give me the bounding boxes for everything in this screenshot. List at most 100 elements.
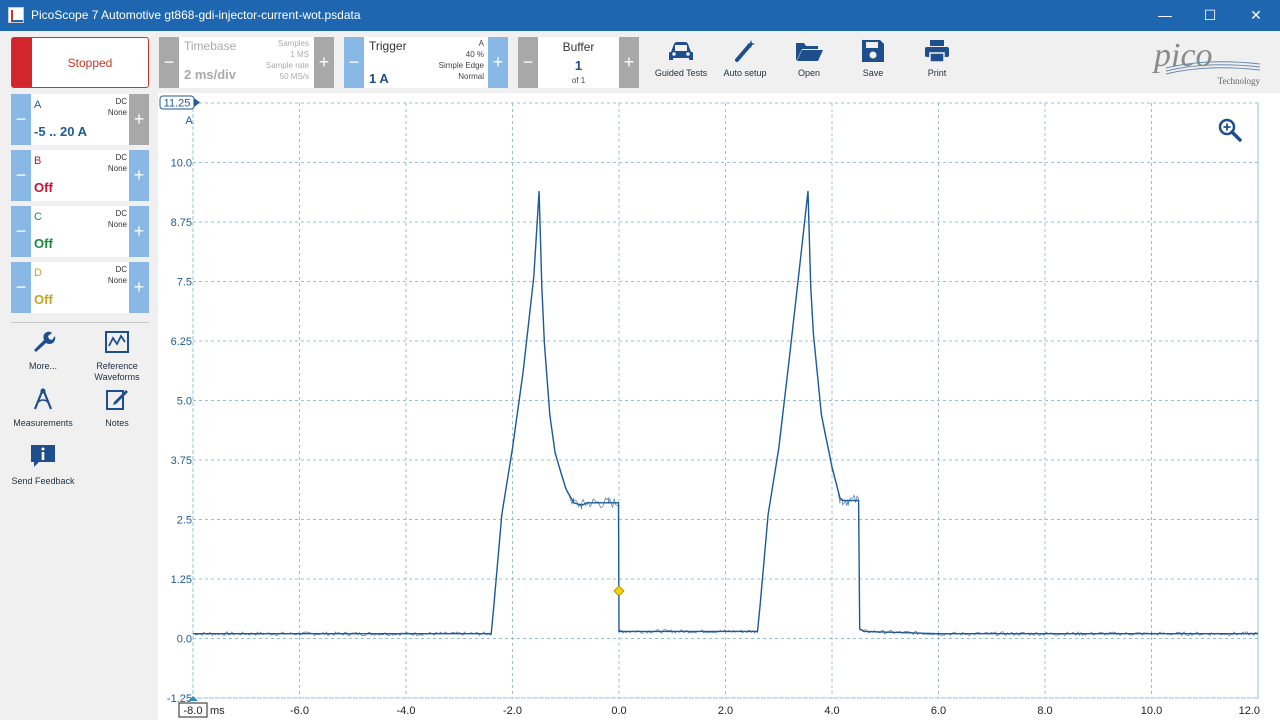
y-tick-label: 8.75 [171, 217, 192, 229]
buffer-label: Buffer [562, 40, 595, 54]
save-label: Save [862, 68, 884, 78]
notes-label: Notes [105, 418, 129, 428]
channel-d-control[interactable]: − D DC None Off + [11, 262, 149, 313]
zoom-icon[interactable] [1218, 118, 1242, 142]
y-scale-arrow-icon [194, 98, 200, 107]
channel-a-increase-button[interactable]: + [129, 94, 149, 145]
printer-icon [925, 40, 949, 63]
trigger-marker[interactable] [613, 585, 625, 597]
channel-d-coupling: DC [115, 265, 127, 274]
close-button[interactable]: ✕ [1233, 0, 1279, 31]
y-scale-top-label: 11.25 [164, 98, 191, 110]
channel-b-increase-button[interactable]: + [129, 150, 149, 201]
trigger-value: 1 A [369, 71, 389, 86]
sample-rate-value: 50 MS/s [279, 72, 309, 81]
trigger-diamond-icon[interactable] [613, 585, 625, 597]
feedback-icon [31, 445, 55, 467]
buffer-control[interactable]: − Buffer 1 of 1 + [518, 37, 639, 88]
car-icon [669, 42, 693, 60]
scope-chart[interactable]: 10.08.757.56.255.03.752.51.250.0-1.2511.… [158, 93, 1280, 720]
auto-setup-label: Auto setup [723, 68, 767, 78]
channel-a-decrease-button[interactable]: − [11, 94, 31, 145]
y-unit-label: A [185, 115, 193, 127]
timebase-decrease-button[interactable]: − [159, 37, 179, 88]
channel-c-control[interactable]: − C DC None Off + [11, 206, 149, 257]
samples-value: 1 MS [290, 50, 309, 59]
save-icon [862, 40, 884, 62]
channel-c-decrease-button[interactable]: − [11, 206, 31, 257]
channel-a-range: -5 .. 20 A [34, 124, 87, 139]
x-tick-label: -6.0 [290, 705, 309, 717]
save-button[interactable]: Save [841, 37, 905, 85]
timebase-control[interactable]: − Timebase 2 ms/div Samples 1 MS Sample … [159, 37, 334, 88]
buffer-value: 1 [574, 58, 583, 73]
channel-c-coupling: DC [115, 209, 127, 218]
minimize-button[interactable]: — [1142, 0, 1188, 31]
print-button[interactable]: Print [905, 37, 969, 85]
notes-button[interactable]: Notes [82, 387, 152, 429]
channel-d-probe: None [107, 276, 127, 285]
channel-c-increase-button[interactable]: + [129, 206, 149, 257]
x-tick-label: -2.0 [503, 705, 522, 717]
x-axis: -8.0 -6.0 -4.0 -2.0 0.0 2.0 4.0 6.0 8.0 10.0 12.0 m… [178, 696, 1260, 718]
auto-setup-button[interactable]: Auto setup [713, 37, 777, 85]
window-title: PicoScope 7 Automotive gt868-gdi-injecto… [31, 8, 361, 22]
reference-waveforms-button[interactable]: Reference Waveforms [82, 330, 152, 383]
x-tick-label: 0.0 [611, 705, 626, 717]
y-tick-label: 0.0 [177, 634, 192, 646]
pico-technology-logo: pico Technology [1152, 37, 1262, 88]
y-tick-label: 10.0 [171, 158, 192, 170]
maximize-button[interactable]: ☐ [1187, 0, 1233, 31]
y-tick-label: 3.75 [171, 455, 192, 467]
picoscope-app-icon [8, 7, 24, 23]
trigger-mode: Normal [458, 72, 484, 81]
open-button[interactable]: Open [777, 37, 841, 85]
timebase-label: Timebase [184, 39, 237, 53]
open-label: Open [797, 68, 821, 78]
guided-tests-label: Guided Tests [654, 68, 708, 78]
measurements-icon [33, 388, 53, 410]
guided-tests-button[interactable]: Guided Tests [649, 37, 713, 85]
trigger-decrease-button[interactable]: − [344, 37, 364, 88]
buffer-increase-button[interactable]: + [619, 37, 639, 88]
notes-icon [106, 390, 128, 410]
samples-label: Samples [277, 39, 309, 48]
channel-a-trace-noise [192, 190, 1259, 637]
x-tick-label: 12.0 [1239, 705, 1260, 717]
trigger-type: Simple Edge [438, 61, 484, 70]
x-tick-label: 2.0 [718, 705, 733, 717]
folder-icon [796, 43, 823, 61]
channel-d-increase-button[interactable]: + [129, 262, 149, 313]
run-stop-button[interactable]: Stopped [11, 37, 149, 88]
x-tick-label: 6.0 [931, 705, 946, 717]
grid [192, 102, 1259, 699]
x-tick-label: -8.0 [184, 705, 203, 717]
channel-d-decrease-button[interactable]: − [11, 262, 31, 313]
channel-d-range: Off [34, 292, 53, 307]
channel-b-name: B [34, 155, 42, 167]
timebase-value: 2 ms/div [184, 67, 237, 82]
buffer-count: of 1 [571, 76, 586, 85]
channel-a-control[interactable]: − A DC None -5 .. 20 A + [11, 94, 149, 145]
wand-icon [735, 40, 755, 62]
title-bar: PicoScope 7 Automotive gt868-gdi-injecto… [0, 0, 1280, 31]
trigger-increase-button[interactable]: + [488, 37, 508, 88]
channel-b-coupling: DC [115, 153, 127, 162]
channel-a-name: A [34, 99, 42, 111]
send-feedback-button[interactable]: Send Feedback [8, 443, 78, 487]
sample-rate-label: Sample rate [265, 61, 309, 70]
channel-b-control[interactable]: − B DC None Off + [11, 150, 149, 201]
buffer-decrease-button[interactable]: − [518, 37, 538, 88]
more-button[interactable]: More... [8, 330, 78, 372]
measurements-button[interactable]: Measurements [8, 387, 78, 429]
trigger-control[interactable]: − Trigger 1 A A 40 % Simple Edge Normal … [344, 37, 508, 88]
y-tick-label: 2.5 [177, 515, 192, 527]
y-tick-label: 1.25 [171, 574, 192, 586]
oscilloscope-view[interactable]: 10.0 8.75 7.5 6.25 5.0 3.75 2.5 1.25 0.0 -1.25 11.… [158, 93, 1280, 720]
y-tick-label: 5.0 [177, 396, 192, 408]
timebase-increase-button[interactable]: + [314, 37, 334, 88]
channel-b-decrease-button[interactable]: − [11, 150, 31, 201]
channel-b-probe: None [107, 164, 127, 173]
channel-c-range: Off [34, 236, 53, 251]
y-tick-label: 7.5 [177, 277, 192, 289]
